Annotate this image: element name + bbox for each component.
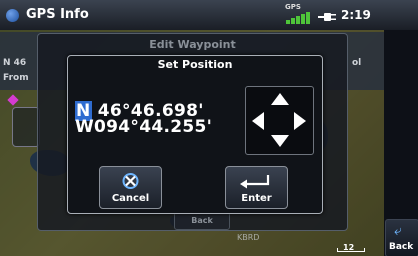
background-right-label: ol — [352, 58, 362, 68]
enter-button[interactable]: Enter — [225, 166, 288, 209]
arrow-up-icon[interactable] — [271, 93, 289, 105]
clock-time: 2:19 — [341, 8, 371, 22]
status-bar: GPS Info GPS 2:19 — [0, 0, 418, 31]
edit-waypoint-back-button: Back — [174, 212, 230, 230]
back-button-label: Back — [389, 242, 414, 252]
cancel-button-label: Cancel — [111, 193, 150, 204]
arrow-left-icon[interactable] — [252, 112, 264, 130]
screen: GPS Info GPS 2:19 N 46 From ol KBRD 12 ⤶ — [0, 0, 418, 256]
gps-label: GPS — [285, 3, 301, 11]
map-scale-bar — [337, 248, 365, 252]
set-position-dialog: Set Position N 46°46.698' W094°44.255' C… — [67, 55, 323, 214]
signal-bars-icon — [286, 12, 310, 24]
cancel-button[interactable]: Cancel — [99, 166, 162, 209]
background-button — [12, 107, 40, 147]
gps-dot-icon — [6, 9, 19, 22]
app-title: GPS Info — [26, 7, 89, 22]
edit-waypoint-title: Edit Waypoint — [149, 38, 236, 51]
power-plug-icon — [318, 13, 336, 21]
four-way-arrows-icon[interactable] — [245, 86, 314, 155]
background-from-label: From — [3, 73, 29, 83]
background-latitude-label: N 46 — [3, 58, 27, 68]
enter-button-label: Enter — [241, 193, 272, 204]
arrow-down-icon[interactable] — [271, 135, 289, 147]
arrow-right-icon[interactable] — [294, 112, 306, 130]
longitude-field[interactable]: W094°44.255' — [75, 119, 212, 136]
enter-return-icon — [240, 175, 270, 189]
back-return-icon: ⤶ — [394, 223, 402, 239]
back-button[interactable]: ⤶ Back — [385, 219, 418, 256]
cancel-x-icon — [122, 173, 139, 189]
set-position-title: Set Position — [157, 58, 233, 71]
map-airport-label: KBRD — [237, 233, 260, 242]
